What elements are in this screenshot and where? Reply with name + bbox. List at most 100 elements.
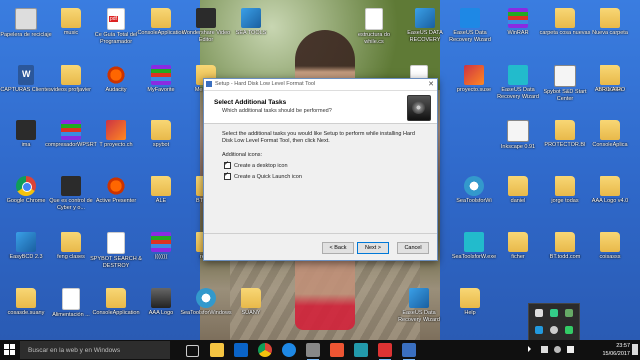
chevron-up-icon[interactable] xyxy=(528,346,531,352)
checkbox-checked-icon[interactable] xyxy=(224,160,231,169)
desktop-icon[interactable]: EaseUS Data Recovery Wizard xyxy=(492,65,544,100)
desktop-icon-label: SEA TOOLS xyxy=(235,30,267,36)
desktop-icon[interactable]: SEA TOOLS xyxy=(225,8,277,37)
checkbox-label: Create a Quick Launch icon xyxy=(234,173,302,180)
desktop-icon[interactable]: daniel xyxy=(492,176,544,205)
app-icon[interactable] xyxy=(330,343,344,357)
chrome-icon[interactable] xyxy=(258,343,272,357)
setup-icon xyxy=(415,8,435,28)
dark-icon xyxy=(16,120,36,140)
app-icon[interactable] xyxy=(354,343,368,357)
desktop-icon[interactable]: EaseUS Data Recovery Wizard xyxy=(444,8,496,43)
cancel-button[interactable]: Cancel xyxy=(397,242,429,254)
folder-icon xyxy=(600,120,620,140)
desktop-icon-label: Inkscape 0.91 xyxy=(500,144,536,150)
folder-icon xyxy=(61,232,81,252)
back-button[interactable]: < Back xyxy=(322,242,354,254)
folder-icon xyxy=(241,288,261,308)
desktop-icon-label: Help xyxy=(464,310,476,316)
desktop-icon[interactable]: Nueva carpeta xyxy=(584,8,636,37)
desktop-icon[interactable]: SUANY xyxy=(225,288,277,317)
folder-icon xyxy=(600,232,620,252)
desktop-icon[interactable]: spybot xyxy=(135,120,187,149)
desktop-icon-label: coisasss xyxy=(599,254,621,260)
setup-taskbar-icon[interactable] xyxy=(402,343,416,360)
desktop-icon[interactable]: estructura do while.cs xyxy=(348,8,400,45)
folder-icon xyxy=(460,288,480,308)
desktop-icon-checkbox[interactable]: Create a desktop icon xyxy=(224,160,288,169)
desktop-icon[interactable]: coisasss xyxy=(584,232,636,261)
desktop-icon[interactable]: EaseUS Data Recovery Wizard xyxy=(393,288,445,323)
desktop-icon[interactable]: Help xyxy=(444,288,496,317)
speaker-icon[interactable] xyxy=(567,346,574,353)
edge-icon[interactable] xyxy=(282,343,296,357)
rar-icon xyxy=(508,8,528,28)
desktop-icon-label: EaseUS Data Recovery Wizard xyxy=(398,310,440,323)
sea-icon xyxy=(464,176,484,196)
folder-icon xyxy=(61,65,81,85)
word-icon xyxy=(18,65,34,85)
desktop-icon-label: SUANY xyxy=(241,310,261,316)
search-input[interactable]: Buscar en la web y en Windows xyxy=(20,341,170,359)
next-button[interactable]: Next > xyxy=(357,242,389,254)
folder-icon xyxy=(508,176,528,196)
blue-icon xyxy=(460,8,480,28)
quick-launch-checkbox[interactable]: Create a Quick Launch icon xyxy=(224,171,302,180)
app-icon[interactable] xyxy=(306,343,320,360)
setup-icon xyxy=(409,288,429,308)
folder-icon xyxy=(600,176,620,196)
desktop-icon[interactable]: ABRIL AIRO xyxy=(584,65,636,94)
clock[interactable]: 23:57 15/06/2017 xyxy=(590,342,630,358)
rar-icon xyxy=(151,65,171,85)
desktop-icon[interactable]: ConsoleAplica xyxy=(584,120,636,149)
sea-icon xyxy=(196,288,216,308)
clock-time: 23:57 xyxy=(616,343,630,349)
desktop-icon[interactable]: WinRAR xyxy=(492,8,544,37)
dialog-footer: < Back Next > Cancel xyxy=(204,233,437,260)
folder-icon xyxy=(508,232,528,252)
tray-app-icon[interactable] xyxy=(565,309,573,317)
desktop-icon[interactable]: Inkscape 0.91 xyxy=(492,120,544,151)
desktop-icon[interactable]: AAA Logo v4.0 xyxy=(584,176,636,205)
rar-icon xyxy=(61,120,81,140)
desktop-icon-label: EaseUS Data Recovery Wizard xyxy=(449,30,491,43)
tray-app-icon[interactable] xyxy=(550,326,558,334)
tray-app-icon[interactable] xyxy=(535,309,543,317)
setup-icon xyxy=(241,8,261,28)
tray-app-icon[interactable] xyxy=(535,326,543,334)
chrome-icon xyxy=(16,176,36,196)
file-explorer-icon[interactable] xyxy=(210,343,224,357)
close-icon[interactable]: ✕ xyxy=(428,80,434,88)
desktop-icon-label: estructura do while.cs xyxy=(357,32,391,45)
cyan-icon xyxy=(508,65,528,85)
desktop-icon-label: ABRIL AIRO xyxy=(594,87,626,93)
windows-start-icon[interactable] xyxy=(4,344,16,356)
wifi-icon[interactable] xyxy=(554,346,561,353)
photo-icon xyxy=(106,120,126,140)
doc-icon xyxy=(107,232,125,254)
dialog-titlebar[interactable]: Setup - Hard Disk Low Level Format Tool … xyxy=(204,79,437,91)
setup-icon xyxy=(16,232,36,252)
notification-icon[interactable] xyxy=(632,344,638,355)
audacity-icon xyxy=(106,176,126,196)
tray-app-icon[interactable] xyxy=(550,309,558,317)
folder-icon xyxy=(16,288,36,308)
store-icon[interactable] xyxy=(234,343,248,357)
desktop-icon[interactable]: ficher xyxy=(492,232,544,261)
dark-icon xyxy=(196,8,216,28)
battery-icon[interactable] xyxy=(541,346,548,353)
search-placeholder: Buscar en la web y en Windows xyxy=(28,347,121,354)
tray-overflow-popup xyxy=(528,303,580,341)
folder-icon xyxy=(151,120,171,140)
task-view-icon[interactable] xyxy=(186,345,199,357)
folder-icon xyxy=(555,8,575,28)
folder-icon xyxy=(151,176,171,196)
app-icon[interactable] xyxy=(378,343,392,360)
wiz-icon xyxy=(15,8,37,30)
checkbox-checked-icon[interactable] xyxy=(224,171,231,180)
tray-app-icon[interactable] xyxy=(565,326,573,334)
folder-icon xyxy=(600,65,620,85)
setup-dialog: Setup - Hard Disk Low Level Format Tool … xyxy=(203,78,438,261)
desktop-icon-label: EaseUS Data Recovery Wizard xyxy=(497,87,539,100)
folder-icon xyxy=(600,8,620,28)
